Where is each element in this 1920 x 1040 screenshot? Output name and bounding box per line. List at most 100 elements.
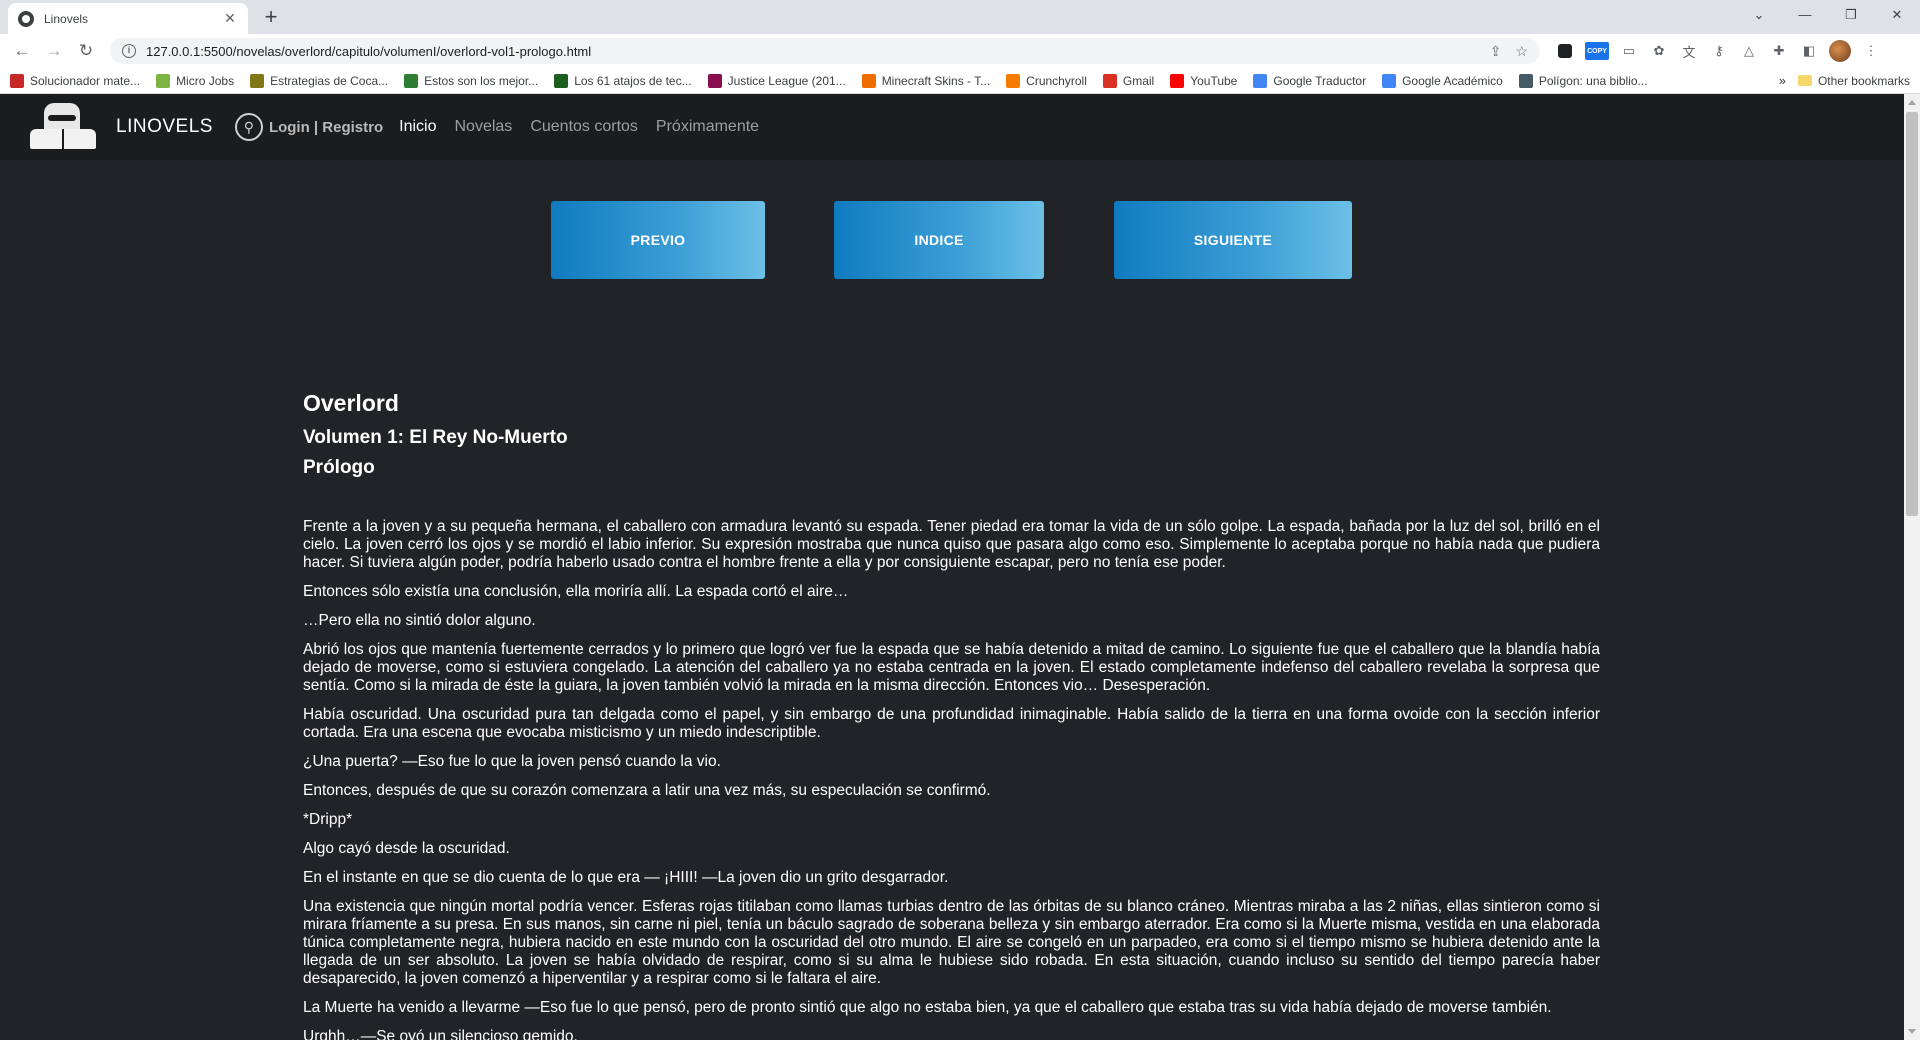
forward-arrow-icon[interactable]: → (40, 37, 68, 65)
bookmark-label: Google Académico (1402, 73, 1503, 88)
chapter-paragraph: *Dripp* (303, 811, 353, 828)
bookmark-favicon-icon (1170, 73, 1185, 88)
bookmark-item[interactable]: Estrategias de Coca... (250, 73, 389, 88)
menu-kebab-icon[interactable]: ⋮ (1861, 41, 1881, 61)
chapter-paragraph: Frente a la joven y a su pequeña hermana… (303, 518, 1600, 571)
site-logo[interactable] (24, 99, 102, 155)
bookmark-label: Google Traductor (1273, 73, 1367, 88)
bookmark-item[interactable]: Solucionador mate... (10, 73, 141, 88)
bookmark-item[interactable]: Google Traductor (1253, 73, 1367, 88)
bookmark-item[interactable]: Micro Jobs (156, 73, 234, 88)
chapter-title: Prólogo (303, 457, 375, 478)
bookmark-item[interactable]: Polígon: una biblio... (1518, 73, 1648, 88)
chapter-paragraph: Urghh…—Se oyó un silencioso gemido. (303, 1028, 578, 1040)
chapter-paragraph: Abrió los ojos que mantenía fuertemente … (303, 641, 1600, 694)
browser-tab[interactable]: Linovels ✕ (8, 3, 248, 34)
bookmark-label: Estrategias de Coca... (270, 73, 389, 88)
nav-novels[interactable]: Novelas (455, 118, 513, 136)
previous-chapter-button[interactable]: PREVIO (551, 201, 765, 279)
chapter-paragraph: Algo cayó desde la oscuridad. (303, 840, 510, 857)
site-navbar: LINOVELS ⚲ Login | Registro Inicio Novel… (0, 94, 1920, 160)
bookmark-favicon-icon (554, 73, 569, 88)
browser-toolbar: ← → ↻ i 127.0.0.1:5500/novelas/overlord/… (0, 34, 1920, 68)
bookmark-favicon-icon (1382, 73, 1397, 88)
page-viewport: LINOVELS ⚲ Login | Registro Inicio Novel… (0, 94, 1920, 1040)
bookmark-label: Los 61 atajos de tec... (574, 73, 692, 88)
chapter-paragraph: Entonces sólo existía una conclusión, el… (303, 583, 849, 600)
chapter-paragraph: Había oscuridad. Una oscuridad pura tan … (303, 706, 1600, 741)
extensions-puzzle-icon[interactable]: ✚ (1769, 41, 1789, 61)
chapter-index-button[interactable]: INDICE (834, 201, 1044, 279)
chapter-navigation: PREVIO INDICE SIGUIENTE (0, 160, 1920, 310)
bookmark-label: Crunchyroll (1026, 73, 1087, 88)
bookmark-item[interactable]: YouTube (1170, 73, 1238, 88)
nav-short-stories[interactable]: Cuentos cortos (530, 118, 638, 136)
profile-avatar[interactable] (1829, 40, 1851, 62)
bookmark-item[interactable]: Estos son los mejor... (404, 73, 538, 88)
other-bookmarks[interactable]: Other bookmarks (1797, 74, 1910, 88)
browser-tabstrip: Linovels ✕ + ⌄ — ❐ ✕ (0, 0, 1920, 34)
reload-icon[interactable]: ↻ (72, 37, 100, 65)
chapter-paragraph: En el instante en que se dio cuenta de l… (303, 869, 949, 886)
bookmark-item[interactable]: Gmail (1102, 73, 1155, 88)
bookmark-label: Solucionador mate... (30, 73, 141, 88)
login-label: Login | Registro (268, 118, 384, 136)
scroll-down-arrow-icon[interactable] (1908, 1029, 1916, 1034)
scrollbar-thumb[interactable] (1906, 112, 1918, 516)
bookmark-favicon-icon (1102, 73, 1117, 88)
extension-globe-icon[interactable]: ✿ (1649, 41, 1669, 61)
share-icon[interactable]: ⇪ (1490, 43, 1502, 60)
scroll-up-arrow-icon[interactable] (1908, 100, 1916, 105)
side-panel-icon[interactable]: ◧ (1799, 41, 1819, 61)
extension-b-icon[interactable] (1555, 41, 1575, 61)
bookmark-label: Minecraft Skins - T... (881, 73, 991, 88)
chapter-paragraph: ¿Una puerta? —Eso fue lo que la joven pe… (303, 753, 721, 770)
bookmark-label: Polígon: una biblio... (1538, 73, 1648, 88)
chapter-paragraph: Una existencia que ningún mortal podría … (303, 898, 1600, 987)
address-bar[interactable]: i 127.0.0.1:5500/novelas/overlord/capitu… (110, 38, 1540, 64)
bookmark-favicon-icon (250, 73, 265, 88)
bookmark-item[interactable]: Google Académico (1382, 73, 1503, 88)
back-arrow-icon[interactable]: ← (8, 37, 36, 65)
nav-home[interactable]: Inicio (399, 118, 436, 136)
bookmarks-overflow-icon[interactable]: » (1779, 73, 1786, 88)
bookmark-favicon-icon (707, 73, 722, 88)
bookmark-item[interactable]: Minecraft Skins - T... (861, 73, 991, 88)
login-register-link[interactable]: ⚲ Login | Registro (234, 113, 384, 141)
key-extension-icon[interactable]: ⚷ (1709, 41, 1729, 61)
novel-title: Overlord (303, 390, 399, 416)
next-chapter-button[interactable]: SIGUIENTE (1114, 201, 1352, 279)
bookmark-item[interactable]: Crunchyroll (1006, 73, 1087, 88)
bookmark-star-icon[interactable]: ☆ (1515, 43, 1528, 60)
volume-title: Volumen 1: El Rey No-Muerto (303, 427, 568, 448)
translate-extension-icon[interactable]: 文 (1679, 41, 1699, 61)
folder-icon (1797, 75, 1812, 86)
close-window-button[interactable]: ✕ (1874, 0, 1920, 30)
site-info-icon[interactable]: i (122, 44, 136, 58)
bookmark-label: Gmail (1122, 73, 1155, 88)
close-tab-icon[interactable]: ✕ (222, 10, 238, 27)
restore-button[interactable]: ❐ (1828, 0, 1874, 30)
tab-search-icon[interactable]: ⌄ (1736, 0, 1782, 30)
chapter-paragraph: La Muerte ha venido a llevarme —Eso fue … (303, 999, 1552, 1016)
bookmark-item[interactable]: Justice League (201... (707, 73, 846, 88)
extension-cast-icon[interactable]: ▭ (1619, 41, 1639, 61)
bookmark-label: YouTube (1190, 73, 1238, 88)
extension-faded-icon[interactable]: △ (1739, 41, 1759, 61)
chapter-paragraph: …Pero ella no sintió dolor alguno. (303, 612, 536, 629)
new-tab-button[interactable]: + (258, 5, 284, 31)
nav-upcoming[interactable]: Próximamente (656, 118, 759, 136)
bookmark-favicon-icon (861, 73, 876, 88)
bookmarks-bar: Solucionador mate... Micro Jobs Estrategia… (0, 68, 1920, 94)
bookmark-favicon-icon (10, 73, 24, 88)
globe-icon (18, 10, 34, 27)
bookmark-favicon-icon (1006, 73, 1021, 88)
bookmark-favicon-icon (1253, 73, 1268, 88)
copy-extension-icon[interactable]: COPY (1585, 42, 1609, 60)
bookmark-favicon-icon (156, 73, 171, 88)
url-text[interactable]: 127.0.0.1:5500/novelas/overlord/capitulo… (146, 44, 1476, 59)
minimize-button[interactable]: — (1782, 0, 1828, 30)
bookmark-item[interactable]: Los 61 atajos de tec... (554, 73, 692, 88)
brand-name[interactable]: LINOVELS (116, 116, 213, 138)
page-scrollbar[interactable] (1904, 94, 1920, 1040)
